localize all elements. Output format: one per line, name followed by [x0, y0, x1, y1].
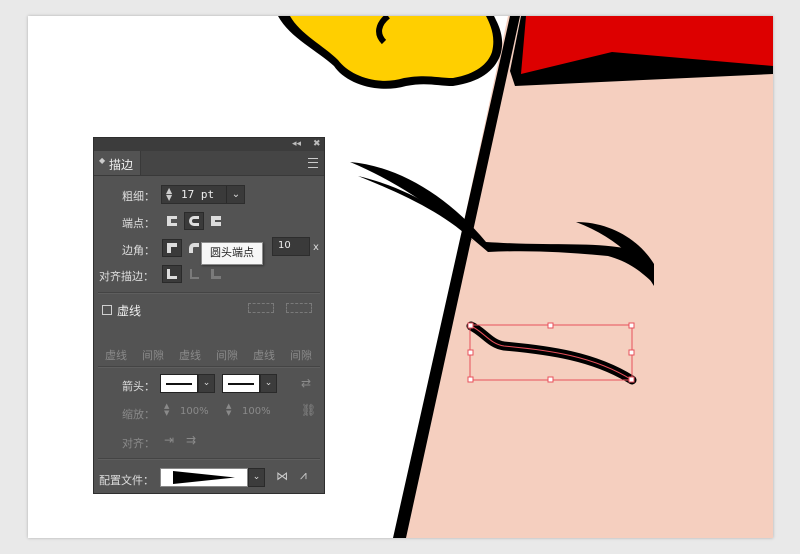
gap-field-label: 间隙: [142, 349, 164, 362]
arrowhead-label: 箭头：: [122, 380, 155, 393]
profile-label: 配置文件：: [99, 474, 154, 487]
width-profile-select[interactable]: [160, 468, 248, 487]
resize-handle[interactable]: [467, 376, 474, 383]
miter-limit-value: 10: [278, 240, 291, 251]
scale-label: 缩放：: [122, 408, 155, 421]
scale-end-value[interactable]: 100%: [242, 406, 271, 417]
align-stroke-label: 对齐描边：: [99, 270, 154, 283]
preserve-dash-icon[interactable]: [248, 303, 274, 313]
weight-value: 17 pt: [181, 188, 215, 201]
resize-handle[interactable]: [547, 322, 554, 329]
flip-along-icon[interactable]: ⋈: [276, 469, 288, 483]
gap-field-label: 间隙: [216, 349, 238, 362]
align-center-icon[interactable]: [162, 265, 182, 283]
miter-limit-field[interactable]: 10: [272, 237, 310, 256]
resize-handle[interactable]: [628, 322, 635, 329]
arrow-tip-place-icon[interactable]: ⇉: [186, 433, 196, 447]
butt-cap-icon[interactable]: [162, 212, 182, 230]
dash-field-label: 虚线: [105, 349, 127, 362]
chevron-down-icon[interactable]: ⌄: [248, 468, 265, 487]
tab-toggle-icon[interactable]: ◆: [99, 156, 105, 165]
panel-tab-row: ◆ 描边: [94, 151, 324, 176]
round-cap-icon[interactable]: [184, 212, 204, 230]
resize-handle[interactable]: [628, 349, 635, 356]
corner-label: 边角：: [122, 244, 155, 257]
panel-titlebar[interactable]: ◂◂ ✖: [94, 138, 324, 151]
arrow-tip-extend-icon[interactable]: ⇥: [164, 433, 174, 447]
chevron-down-icon[interactable]: ⌄: [198, 374, 215, 393]
link-scale-icon[interactable]: ⛓: [301, 403, 316, 417]
flip-across-icon[interactable]: ⩘: [300, 468, 307, 483]
tab-stroke-label: 描边: [109, 158, 134, 172]
weight-field[interactable]: ▲ ▼ 17 pt ⌄: [161, 185, 245, 204]
arrow-align-label: 对齐：: [122, 437, 155, 450]
miter-join-icon[interactable]: [162, 239, 182, 257]
start-arrowhead-select[interactable]: [160, 374, 198, 393]
align-outside-icon[interactable]: [206, 265, 226, 283]
swap-arrowheads-icon[interactable]: ⇄: [301, 376, 311, 390]
tab-stroke[interactable]: ◆ 描边: [94, 151, 141, 175]
dash-field-label: 虚线: [179, 349, 201, 362]
divider: [98, 366, 320, 368]
end-arrowhead-select[interactable]: [222, 374, 260, 393]
round-cap-tooltip: 圆头端点: [201, 242, 263, 265]
panel-menu-icon[interactable]: [308, 158, 318, 168]
chevron-down-icon[interactable]: ⌄: [226, 186, 245, 203]
align-dash-icon[interactable]: [286, 303, 312, 313]
miter-limit-suffix: x: [313, 242, 319, 253]
gap-field-label: 间隙: [290, 349, 312, 362]
stroke-panel: ◂◂ ✖ ◆ 描边 粗细： ▲ ▼ 17 pt ⌄ 端点： 边角： 10 x 对齐…: [93, 137, 325, 494]
resize-handle[interactable]: [628, 376, 635, 383]
resize-handle[interactable]: [467, 349, 474, 356]
chevron-down-icon[interactable]: ⌄: [260, 374, 277, 393]
divider: [98, 292, 320, 294]
stepper-arrows-icon[interactable]: ▲ ▼: [166, 187, 172, 202]
scale-start-value[interactable]: 100%: [180, 406, 209, 417]
collapse-icon[interactable]: ◂◂: [292, 138, 301, 151]
stepper-arrows-icon[interactable]: ▲ ▼: [226, 403, 231, 417]
align-inside-icon[interactable]: [184, 265, 204, 283]
dash-field-label: 虚线: [253, 349, 275, 362]
stepper-arrows-icon[interactable]: ▲ ▼: [164, 403, 169, 417]
dashed-line-checkbox[interactable]: [102, 305, 112, 315]
cap-label: 端点：: [122, 217, 155, 230]
dashed-line-label: 虚线: [117, 304, 142, 318]
divider: [98, 458, 320, 460]
resize-handle[interactable]: [547, 376, 554, 383]
close-icon[interactable]: ✖: [313, 138, 321, 151]
resize-handle[interactable]: [467, 322, 474, 329]
projecting-cap-icon[interactable]: [206, 212, 226, 230]
weight-label: 粗细：: [122, 190, 155, 203]
